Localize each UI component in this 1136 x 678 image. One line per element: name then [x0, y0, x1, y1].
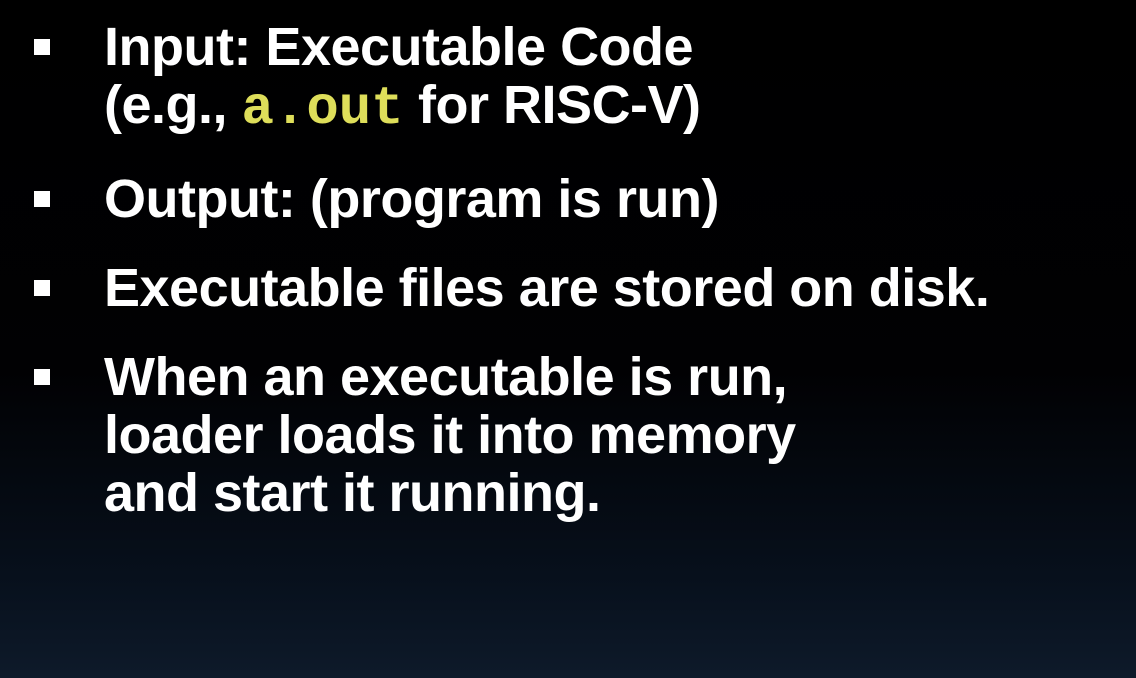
bullet-loader-line2: loader loads it into memory [104, 405, 796, 465]
bullet-input-line2: (e.g., a.out for RISC-V) [104, 76, 1128, 139]
bullet-storage-line1: Executable files are stored on disk. [104, 258, 990, 318]
square-bullet-icon [34, 39, 50, 55]
square-bullet-icon [34, 191, 50, 207]
square-bullet-icon [34, 280, 50, 296]
square-bullet-icon [34, 369, 50, 385]
bullet-input: Input: Executable Code (e.g., a.out for … [28, 18, 1128, 139]
bullet-input-suffix: for RISC-V) [403, 75, 701, 135]
bullet-storage: Executable files are stored on disk. [28, 259, 1128, 317]
bullet-loader: When an executable is run, loader loads … [28, 348, 1128, 522]
code-filename: a.out [241, 79, 404, 140]
bullet-input-prefix: (e.g., [104, 75, 242, 135]
bullet-output: Output: (program is run) [28, 170, 1128, 228]
bullet-list: Input: Executable Code (e.g., a.out for … [28, 18, 1128, 553]
bullet-loader-line1: When an executable is run, [104, 347, 788, 407]
slide: Input: Executable Code (e.g., a.out for … [0, 0, 1136, 678]
bullet-loader-line3: and start it running. [104, 463, 601, 523]
bullet-output-line1: Output: (program is run) [104, 169, 719, 229]
bullet-input-line1: Input: Executable Code [104, 17, 694, 77]
